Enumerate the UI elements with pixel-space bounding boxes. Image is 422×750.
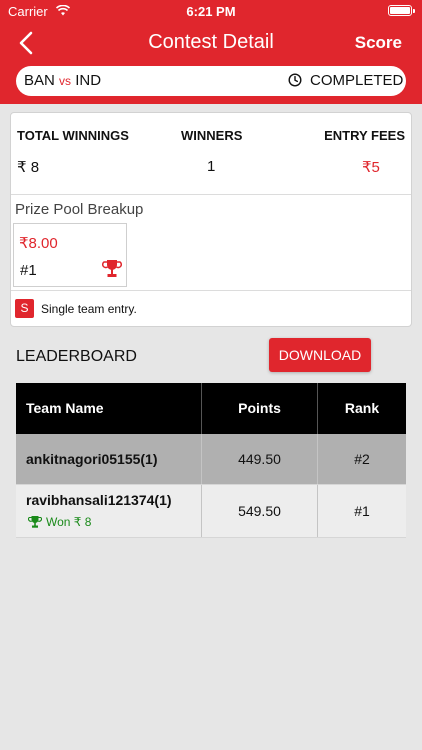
total-winnings-label: TOTAL WINNINGS [17,128,129,143]
column-header-team-name: Team Name [16,383,202,434]
won-amount: Won ₹ 8 [46,515,92,529]
app-header: Carrier 6:21 PM Contest Detail Score BAN… [0,0,422,104]
team1-label: BAN [24,72,55,89]
clock-icon [288,73,302,87]
divider [11,194,411,195]
table-header: Team Name Points Rank [16,383,406,434]
winners-label: WINNERS [181,128,243,143]
match-status: COMPLETED [310,72,404,89]
score-button[interactable]: Score [355,33,402,53]
team-points: 549.50 [238,503,281,519]
table-row[interactable]: ankitnagori05155(1) 449.50 #2 [16,434,406,485]
leaderboard-table: Team Name Points Rank ankitnagori05155(1… [16,383,406,538]
team2-label: IND [75,72,102,89]
table-row[interactable]: ravibhansali121374(1) Won ₹ 8 549.50 #1 [16,485,406,538]
match-info-bar: BAN vs IND COMPLETED [16,66,406,96]
entry-fees-label: ENTRY FEES [324,128,405,143]
team-name: ankitnagori05155(1) [26,451,158,467]
team-rank: #2 [354,451,370,467]
status-time: 6:21 PM [186,4,236,19]
entry-type-badge: S [15,299,34,318]
battery-icon [388,5,415,16]
column-header-points: Points [202,383,318,434]
trophy-icon [102,260,122,277]
won-indicator: Won ₹ 8 [28,515,91,529]
match-teams: BAN vs IND [24,72,101,89]
total-winnings-value: ₹ 8 [17,159,40,176]
entry-fees-value: ₹5 [362,159,380,176]
team-rank: #1 [354,503,370,519]
contest-summary-card: TOTAL WINNINGS WINNERS ENTRY FEES ₹ 8 1 … [10,112,412,327]
winners-value: 1 [207,158,216,175]
divider [11,290,411,291]
column-header-rank: Rank [344,400,380,416]
trophy-icon [28,516,42,528]
team-name: ravibhansali121374(1) [26,492,172,508]
prize-pool-title: Prize Pool Breakup [15,201,144,218]
leaderboard-title: LEADERBOARD [16,348,137,365]
prize-item: ₹8.00 #1 [13,223,127,287]
prize-amount: ₹8.00 [19,235,58,252]
download-button[interactable]: DOWNLOAD [269,338,371,372]
vs-label: vs [59,74,72,88]
prize-rank: #1 [20,262,37,279]
status-bar: Carrier 6:21 PM [0,0,422,22]
team-points: 449.50 [238,451,281,467]
entry-type-text: Single team entry. [41,302,137,316]
